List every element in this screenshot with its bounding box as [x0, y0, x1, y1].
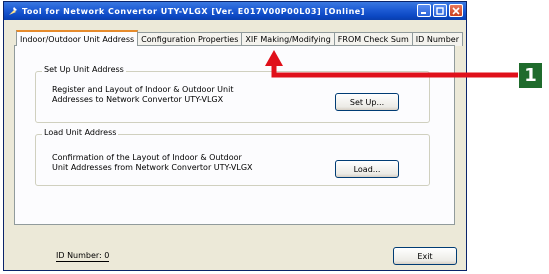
callout-badge: 1	[519, 63, 542, 88]
tab-indoor-outdoor-unit-address[interactable]: Indoor/Outdoor Unit Address	[16, 30, 139, 46]
